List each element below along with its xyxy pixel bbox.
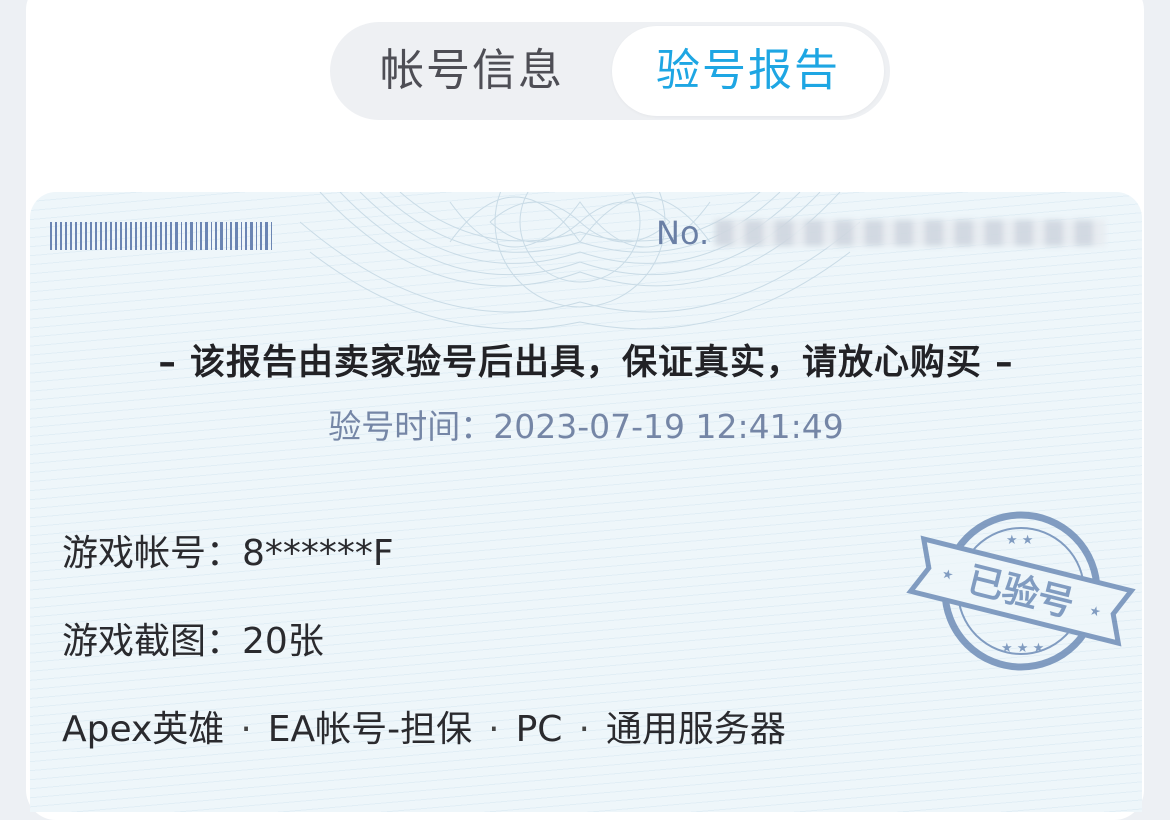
check-report-certificate: No. – 该报告由卖家验号后出具，保证真实，请放心购买 – 验号时间：2023… bbox=[30, 192, 1142, 812]
svg-text:★ ★: ★ ★ bbox=[1006, 533, 1033, 548]
tab-check-report[interactable]: 验号报告 bbox=[612, 26, 884, 116]
check-time: 验号时间：2023-07-19 12:41:49 bbox=[30, 400, 1142, 448]
screenshots-row: 游戏截图：20张 bbox=[62, 612, 324, 664]
tag-separator: · bbox=[488, 709, 500, 750]
svg-text:★ ★ ★: ★ ★ ★ bbox=[1001, 641, 1044, 656]
screenshots-value: 20张 bbox=[242, 621, 324, 662]
report-number-redacted bbox=[715, 220, 1106, 246]
report-number: No. bbox=[656, 214, 1106, 252]
tag-separator: · bbox=[578, 709, 590, 750]
verified-stamp-icon: ★ ★ ★ ★ ★ ★ ★ 已验号 bbox=[906, 511, 1136, 671]
check-time-value: 2023-07-19 12:41:49 bbox=[493, 407, 844, 446]
guilloche-watermark-icon bbox=[300, 192, 860, 330]
tag-account-type: EA帐号-担保 bbox=[267, 709, 473, 750]
game-account-label: 游戏帐号： bbox=[62, 533, 243, 574]
tags-row: Apex英雄 · EA帐号-担保 · PC · 通用服务器 bbox=[62, 700, 786, 752]
report-number-label: No. bbox=[656, 214, 710, 252]
tag-platform: PC bbox=[515, 709, 563, 750]
tag-game: Apex英雄 bbox=[62, 709, 225, 750]
screenshots-label: 游戏截图： bbox=[62, 621, 243, 662]
tab-account-info[interactable]: 帐号信息 bbox=[334, 26, 610, 116]
tag-server: 通用服务器 bbox=[605, 709, 786, 750]
game-account-row: 游戏帐号：8******F bbox=[62, 524, 394, 576]
tab-switcher: 帐号信息 验号报告 bbox=[330, 22, 890, 120]
check-time-label: 验号时间： bbox=[328, 407, 494, 446]
guarantee-statement: – 该报告由卖家验号后出具，保证真实，请放心购买 – bbox=[158, 343, 1014, 383]
barcode-icon bbox=[50, 222, 273, 250]
tag-separator: · bbox=[240, 709, 252, 750]
game-account-value: 8******F bbox=[242, 533, 394, 574]
